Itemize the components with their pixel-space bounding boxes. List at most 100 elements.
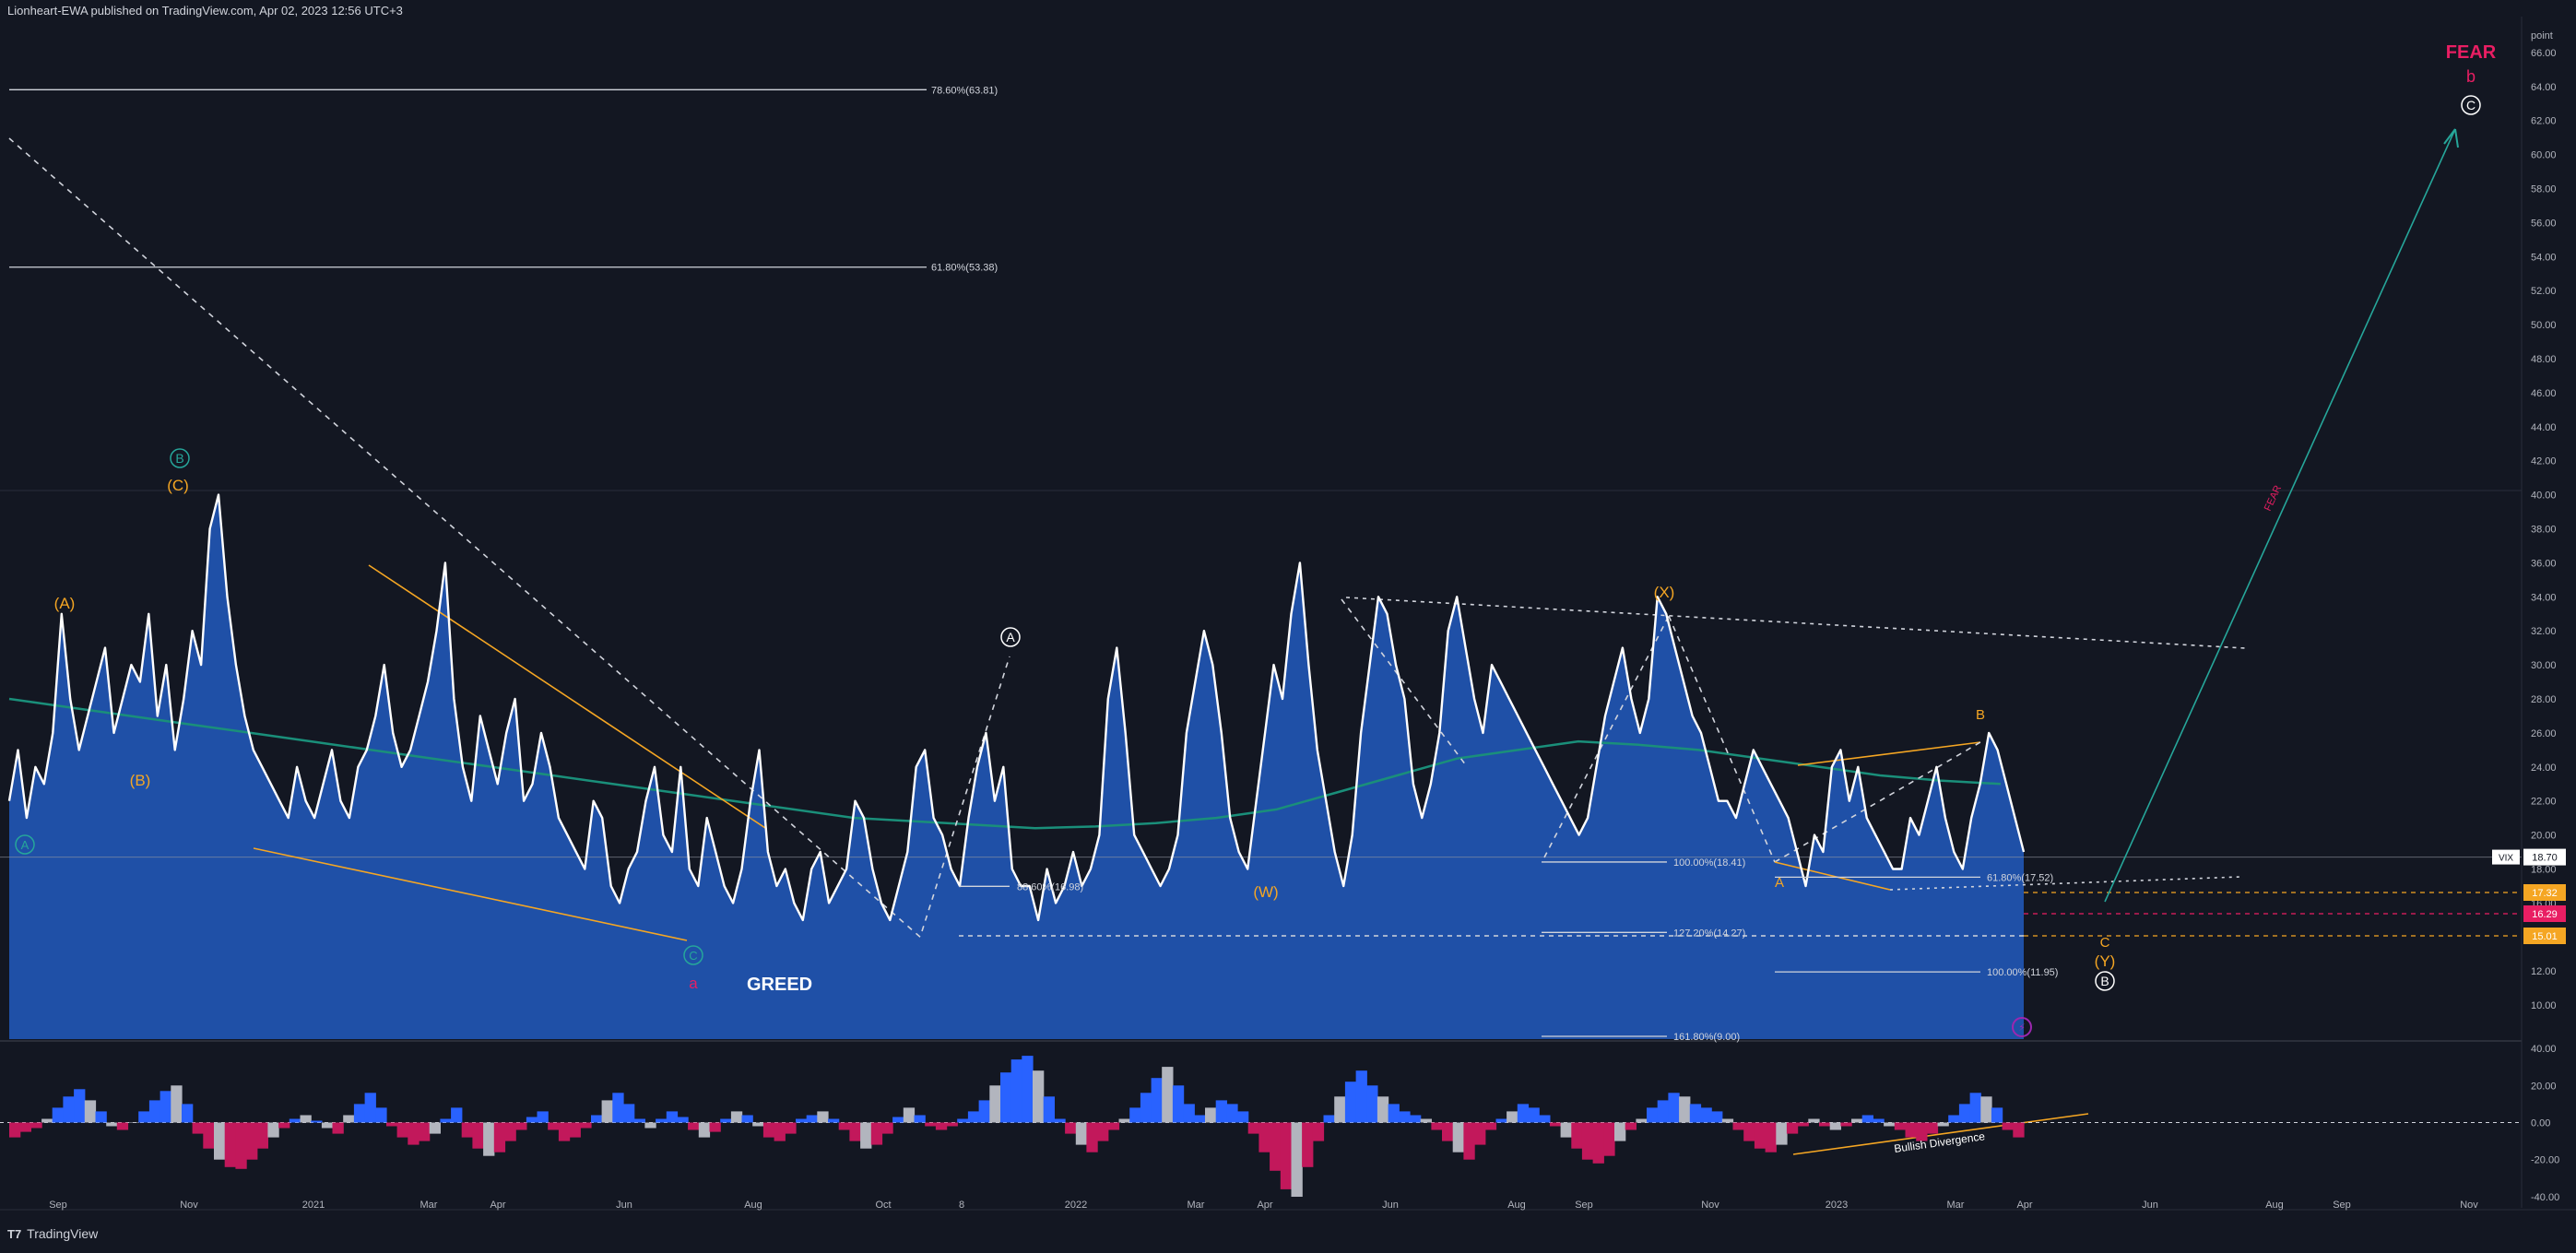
histogram-bar: [9, 1122, 21, 1138]
y-tick-label: 58.00: [2531, 184, 2557, 195]
histogram-bar: [817, 1111, 829, 1123]
osc-y-tick-label: 0.00: [2531, 1118, 2550, 1129]
greed-label: GREED: [747, 975, 812, 995]
histogram-bar: [1528, 1107, 1540, 1123]
histogram-bar: [1937, 1122, 1949, 1127]
y-tick-label: 28.00: [2531, 694, 2557, 705]
histogram-bar: [256, 1122, 268, 1149]
histogram-bar: [849, 1122, 861, 1141]
price-tag-label: 15.01: [2532, 931, 2558, 942]
orange-b-upper-line: [1797, 741, 1981, 766]
y-tick-label: 36.00: [2531, 558, 2557, 569]
histogram-bar: [171, 1085, 183, 1123]
histogram-bar: [1420, 1118, 1432, 1123]
histogram-bar: [1022, 1056, 1034, 1123]
osc-y-tick-label: 20.00: [2531, 1081, 2557, 1092]
wave-label: A: [1775, 875, 1784, 891]
fib-label: 78.60%(63.81): [931, 85, 998, 96]
histogram-bar: [967, 1111, 980, 1123]
x-tick-label: 2023: [1826, 1200, 1848, 1211]
histogram-bar: [1797, 1122, 1809, 1127]
histogram-bar: [1484, 1122, 1497, 1130]
histogram-bar: [591, 1115, 603, 1123]
histogram-bar: [537, 1111, 549, 1123]
tradingview-logo-text: TradingView: [27, 1226, 99, 1241]
histogram-bar: [860, 1122, 872, 1149]
y-tick-label: 52.00: [2531, 286, 2557, 297]
upper-dotted-resistance: [1345, 597, 2246, 649]
histogram-bar: [1075, 1122, 1088, 1145]
histogram-bar: [419, 1122, 431, 1141]
histogram-bar: [1861, 1115, 1873, 1123]
wave-label: A: [1006, 630, 1015, 644]
histogram-bar: [1495, 1118, 1507, 1123]
histogram-bar: [1980, 1096, 1992, 1123]
histogram-bar: [1679, 1096, 1691, 1123]
wave-label: A: [21, 838, 30, 852]
y-tick-label: 54.00: [2531, 252, 2557, 263]
histogram-bar: [1657, 1100, 1669, 1123]
y-tick-label: 64.00: [2531, 82, 2557, 93]
y-tick-label: 40.00: [2531, 491, 2557, 502]
wave-label: (Y): [2095, 952, 2116, 970]
wave-label: (C): [167, 477, 189, 494]
histogram-bar: [1065, 1122, 1077, 1134]
histogram-bar: [870, 1122, 883, 1145]
histogram-bar: [752, 1122, 764, 1127]
histogram-bar: [74, 1089, 86, 1123]
vix-chart[interactable]: 78.60%(63.81) 61.80%(53.38) 88.60%(16.98) 1…: [0, 0, 2576, 1253]
histogram-bar: [1442, 1122, 1454, 1141]
histogram-bar: [321, 1122, 334, 1129]
y-tick-label: 56.00: [2531, 218, 2557, 229]
histogram-bar: [548, 1122, 560, 1130]
histogram-bar: [1765, 1122, 1777, 1153]
histogram-bar: [903, 1107, 916, 1123]
histogram-bar: [375, 1107, 387, 1123]
fib-label: 161.80%(9.00): [1673, 1032, 1740, 1043]
histogram-bar: [1507, 1111, 1518, 1123]
histogram-bar: [192, 1122, 204, 1134]
histogram-bar: [1851, 1118, 1863, 1123]
histogram-bar: [1819, 1122, 1831, 1127]
histogram-bar: [644, 1122, 656, 1129]
histogram-bar: [440, 1118, 452, 1123]
histogram-bar: [1162, 1067, 1174, 1123]
y-axis-unit: point: [2531, 30, 2553, 41]
histogram-bar: [343, 1115, 355, 1123]
osc-y-tick-label: -40.00: [2531, 1192, 2559, 1203]
tradingview-logo[interactable]: T7 TradingView: [7, 1226, 98, 1241]
histogram-bar: [1958, 1104, 1971, 1123]
histogram-bar: [1334, 1096, 1346, 1123]
y-tick-label: 20.00: [2531, 831, 2557, 842]
fear-line-label: FEAR: [2263, 484, 2284, 514]
osc-y-tick-label: 40.00: [2531, 1044, 2557, 1055]
histogram-bar: [656, 1118, 668, 1123]
x-tick-label: Apr: [2016, 1200, 2032, 1211]
histogram-bar: [1614, 1122, 1626, 1141]
oscillator-histogram: Bullish Divergence: [0, 1056, 2522, 1197]
histogram-bar: [95, 1111, 107, 1123]
histogram-bar: [730, 1111, 743, 1123]
histogram-bar: [1258, 1122, 1270, 1153]
fear-projection-arrow: [2104, 128, 2456, 903]
y-tick-label: 18.00: [2531, 865, 2557, 876]
histogram-bar: [408, 1122, 419, 1145]
histogram-bar: [957, 1118, 969, 1123]
y-tick-label: 44.00: [2531, 422, 2557, 433]
wave-label: B: [2100, 974, 2109, 988]
histogram-bar: [30, 1122, 42, 1129]
histogram-bar: [1247, 1122, 1259, 1134]
histogram-bar: [925, 1122, 937, 1127]
histogram-bar: [1226, 1104, 1238, 1123]
histogram-bar: [946, 1122, 958, 1127]
histogram-bar: [633, 1118, 645, 1123]
histogram-bar: [116, 1122, 129, 1130]
x-tick-label: Mar: [420, 1200, 438, 1211]
wave-label: C: [2466, 98, 2476, 112]
histogram-bar: [1000, 1072, 1012, 1123]
current-price-tag: 18.70: [2532, 853, 2558, 864]
histogram-bar: [720, 1118, 732, 1123]
histogram-bar: [1140, 1093, 1152, 1123]
histogram-bar: [526, 1117, 538, 1123]
histogram-bar: [353, 1104, 366, 1123]
